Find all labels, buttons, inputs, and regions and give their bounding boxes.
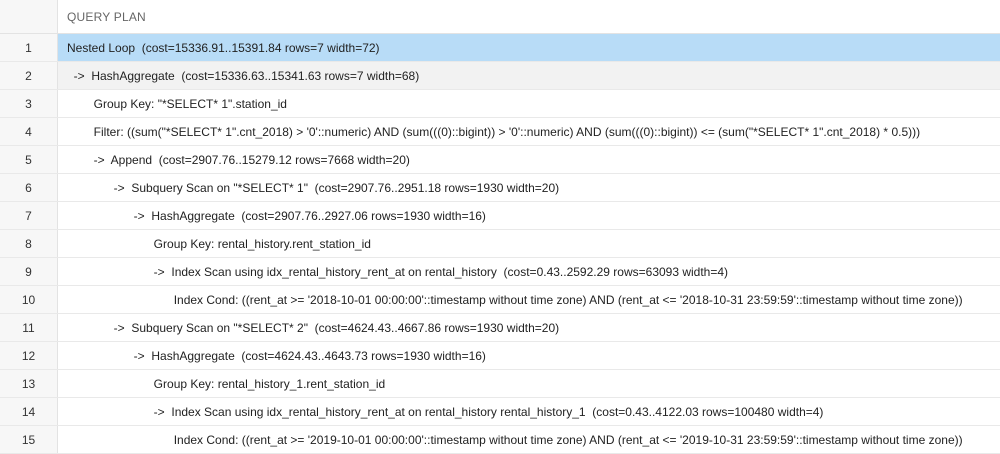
row-number[interactable]: 9 — [0, 258, 58, 285]
table-row[interactable]: 7 -> HashAggregate (cost=2907.76..2927.0… — [0, 202, 1000, 230]
table-row[interactable]: 15 Index Cond: ((rent_at >= '2019-10-01 … — [0, 426, 1000, 454]
table-row[interactable]: 14 -> Index Scan using idx_rental_histor… — [0, 398, 1000, 426]
row-number[interactable]: 15 — [0, 426, 58, 453]
plan-cell[interactable]: Group Key: rental_history.rent_station_i… — [58, 230, 1000, 257]
plan-cell[interactable]: -> HashAggregate (cost=15336.63..15341.6… — [58, 62, 1000, 89]
table-row[interactable]: 12 -> HashAggregate (cost=4624.43..4643.… — [0, 342, 1000, 370]
plan-cell[interactable]: Filter: ((sum("*SELECT* 1".cnt_2018) > '… — [58, 118, 1000, 145]
plan-cell[interactable]: Group Key: rental_history_1.rent_station… — [58, 370, 1000, 397]
table-row[interactable]: 9 -> Index Scan using idx_rental_history… — [0, 258, 1000, 286]
row-number[interactable]: 2 — [0, 62, 58, 89]
plan-cell[interactable]: -> Subquery Scan on "*SELECT* 1" (cost=2… — [58, 174, 1000, 201]
row-number[interactable]: 12 — [0, 342, 58, 369]
grid-header: QUERY PLAN — [0, 0, 1000, 34]
row-number-header[interactable] — [0, 0, 58, 33]
plan-cell[interactable]: Index Cond: ((rent_at >= '2019-10-01 00:… — [58, 426, 1000, 453]
row-number[interactable]: 7 — [0, 202, 58, 229]
plan-cell[interactable]: -> HashAggregate (cost=4624.43..4643.73 … — [58, 342, 1000, 369]
query-plan-column-header[interactable]: QUERY PLAN — [58, 0, 1000, 33]
row-number[interactable]: 8 — [0, 230, 58, 257]
table-row[interactable]: 11 -> Subquery Scan on "*SELECT* 2" (cos… — [0, 314, 1000, 342]
table-row[interactable]: 10 Index Cond: ((rent_at >= '2018-10-01 … — [0, 286, 1000, 314]
row-number[interactable]: 14 — [0, 398, 58, 425]
table-row[interactable]: 13 Group Key: rental_history_1.rent_stat… — [0, 370, 1000, 398]
row-number[interactable]: 13 — [0, 370, 58, 397]
plan-cell[interactable]: Nested Loop (cost=15336.91..15391.84 row… — [58, 34, 1000, 61]
plan-cell[interactable]: Index Cond: ((rent_at >= '2018-10-01 00:… — [58, 286, 1000, 313]
plan-cell[interactable]: -> Subquery Scan on "*SELECT* 2" (cost=4… — [58, 314, 1000, 341]
table-row[interactable]: 5 -> Append (cost=2907.76..15279.12 rows… — [0, 146, 1000, 174]
row-number[interactable]: 11 — [0, 314, 58, 341]
row-number[interactable]: 6 — [0, 174, 58, 201]
query-plan-grid: QUERY PLAN 1 Nested Loop (cost=15336.91.… — [0, 0, 1000, 454]
row-number[interactable]: 1 — [0, 34, 58, 61]
plan-cell[interactable]: -> Append (cost=2907.76..15279.12 rows=7… — [58, 146, 1000, 173]
table-row[interactable]: 3 Group Key: "*SELECT* 1".station_id — [0, 90, 1000, 118]
plan-cell[interactable]: -> Index Scan using idx_rental_history_r… — [58, 258, 1000, 285]
plan-cell[interactable]: Group Key: "*SELECT* 1".station_id — [58, 90, 1000, 117]
table-row[interactable]: 6 -> Subquery Scan on "*SELECT* 1" (cost… — [0, 174, 1000, 202]
row-number[interactable]: 3 — [0, 90, 58, 117]
row-number[interactable]: 5 — [0, 146, 58, 173]
table-row[interactable]: 4 Filter: ((sum("*SELECT* 1".cnt_2018) >… — [0, 118, 1000, 146]
table-row[interactable]: 8 Group Key: rental_history.rent_station… — [0, 230, 1000, 258]
plan-cell[interactable]: -> Index Scan using idx_rental_history_r… — [58, 398, 1000, 425]
plan-cell[interactable]: -> HashAggregate (cost=2907.76..2927.06 … — [58, 202, 1000, 229]
row-number[interactable]: 10 — [0, 286, 58, 313]
table-row[interactable]: 1 Nested Loop (cost=15336.91..15391.84 r… — [0, 34, 1000, 62]
row-number[interactable]: 4 — [0, 118, 58, 145]
table-row[interactable]: 2 -> HashAggregate (cost=15336.63..15341… — [0, 62, 1000, 90]
